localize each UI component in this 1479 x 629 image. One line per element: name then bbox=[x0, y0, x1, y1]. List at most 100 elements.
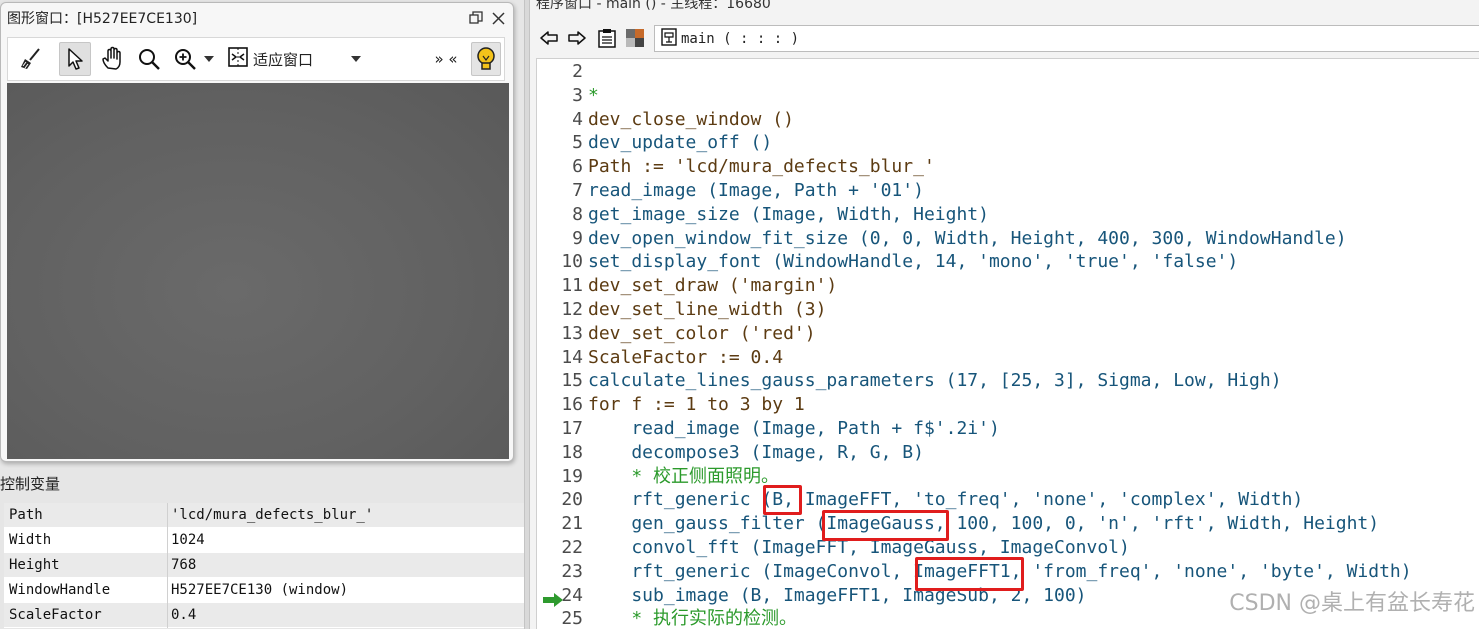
code-token: decompose3 (Image, R, G, B) bbox=[588, 441, 924, 463]
variable-value: 1024 bbox=[171, 532, 205, 548]
variable-name: Path bbox=[9, 507, 43, 523]
variable-value: 768 bbox=[171, 557, 197, 573]
code-line[interactable]: 10 set_display_font (WindowHandle, 14, 'm… bbox=[537, 250, 1479, 274]
line-number: 21 bbox=[561, 513, 583, 535]
code-line[interactable]: 11 dev_set_draw ('margin') bbox=[537, 274, 1479, 298]
code-token: dev_set_line_width (3) bbox=[588, 299, 827, 320]
control-variable-row[interactable]: Path 'lcd/mura_defects_blur_' bbox=[4, 503, 524, 528]
code-text: get_image_size (Image, Width, Height) bbox=[588, 203, 989, 227]
graphics-window-title: 图形窗口：[H527EE7CE130] bbox=[7, 11, 198, 27]
fit-window-button[interactable]: 适应窗口 bbox=[226, 42, 326, 76]
code-line[interactable]: 4 dev_close_window () bbox=[537, 108, 1479, 132]
code-token: * bbox=[588, 84, 599, 106]
code-text: dev_set_line_width (3) bbox=[588, 298, 826, 322]
variable-name: ScaleFactor bbox=[9, 607, 102, 623]
code-line[interactable]: 3 * bbox=[537, 84, 1479, 108]
line-number: 16 bbox=[561, 394, 583, 416]
code-text: * 执行实际的检测。 bbox=[588, 607, 797, 629]
highlight-box-b bbox=[763, 485, 802, 515]
program-window-title: 程序窗口 - main () - 主线程：16680 bbox=[536, 0, 771, 12]
line-number: 8 bbox=[572, 203, 583, 225]
code-text: * bbox=[588, 84, 599, 108]
line-number: 20 bbox=[561, 489, 583, 511]
grid-icon[interactable] bbox=[624, 27, 646, 49]
code-token: dev_close_window () bbox=[588, 108, 794, 130]
code-text: ScaleFactor := 0.4 bbox=[588, 346, 783, 370]
code-line[interactable]: 7 read_image (Image, Path + '01') bbox=[537, 179, 1479, 203]
column-divider bbox=[167, 528, 168, 553]
code-line[interactable]: 8 get_image_size (Image, Width, Height) bbox=[537, 203, 1479, 227]
variable-value: 'lcd/mura_defects_blur_' bbox=[171, 507, 374, 523]
code-line[interactable]: 6 Path := 'lcd/mura_defects_blur_' bbox=[537, 155, 1479, 179]
code-line[interactable]: 20 rft_generic (B, ImageFFT, 'to_freq', … bbox=[537, 488, 1479, 512]
forward-arrow-icon[interactable] bbox=[566, 27, 588, 49]
dropdown-icon[interactable] bbox=[201, 42, 217, 76]
back-arrow-icon[interactable] bbox=[538, 27, 560, 49]
code-line[interactable]: 9 dev_open_window_fit_size (0, 0, Width, … bbox=[537, 227, 1479, 251]
graphics-toolbar: 适应窗口 » « bbox=[7, 37, 505, 81]
highlight-box-imagefft1 bbox=[915, 557, 1024, 591]
pointer-icon[interactable] bbox=[59, 42, 91, 76]
watermark: CSDN @桌上有盆长寿花 bbox=[1229, 591, 1475, 616]
graphics-window: 图形窗口：[H527EE7CE130] 适应窗口 » « bbox=[0, 2, 514, 462]
graphics-window-titlebar[interactable]: 图形窗口：[H527EE7CE130] bbox=[1, 3, 513, 33]
close-icon[interactable] bbox=[489, 9, 507, 27]
code-line[interactable]: 18 decompose3 (Image, R, G, B) bbox=[537, 441, 1479, 465]
control-variable-row[interactable]: ScaleFactor 0.4 bbox=[4, 603, 524, 628]
code-line[interactable]: 21 gen_gauss_filter (ImageGauss, 100, 10… bbox=[537, 512, 1479, 536]
code-editor[interactable]: 2 3 * 4 dev_close_window () 5 dev_update_off (… bbox=[536, 58, 1479, 629]
restore-icon[interactable] bbox=[467, 9, 485, 27]
code-line[interactable]: 16 for f := 1 to 3 by 1 bbox=[537, 393, 1479, 417]
procedure-selector[interactable]: main ( : : : ) bbox=[654, 25, 1479, 52]
code-token: dev_set_draw ('margin') bbox=[588, 275, 838, 297]
line-number: 10 bbox=[561, 251, 583, 273]
graphics-image-canvas[interactable] bbox=[7, 83, 509, 459]
code-token: calculate_lines_gauss_parameters (17, [2… bbox=[588, 370, 1282, 392]
column-divider bbox=[167, 503, 168, 528]
control-variable-row[interactable]: WindowHandle H527EE7CE130 (window) bbox=[4, 578, 524, 603]
code-token: rft_generic (B, ImageFFT, 'to_freq', 'no… bbox=[588, 489, 1304, 511]
line-number: 23 bbox=[561, 560, 583, 582]
fit-dropdown-icon[interactable] bbox=[348, 42, 364, 76]
code-token: set_display_font (WindowHandle, 14, 'mon… bbox=[588, 251, 1239, 273]
variable-name: Height bbox=[9, 557, 60, 573]
code-text: decompose3 (Image, R, G, B) bbox=[588, 441, 924, 465]
column-divider bbox=[167, 603, 168, 628]
program-counter-arrow-icon bbox=[542, 590, 564, 607]
column-divider bbox=[167, 578, 168, 603]
hand-icon[interactable] bbox=[97, 42, 129, 76]
line-number: 9 bbox=[572, 227, 583, 249]
line-number: 11 bbox=[561, 275, 583, 297]
line-number: 12 bbox=[561, 299, 583, 320]
code-line[interactable]: 15 calculate_lines_gauss_parameters (17, … bbox=[537, 369, 1479, 393]
program-window: 程序窗口 - main () - 主线程：16680 main ( : : : … bbox=[530, 0, 1479, 629]
code-line[interactable]: 5 dev_update_off () bbox=[537, 131, 1479, 155]
code-line[interactable]: 2 bbox=[537, 60, 1479, 84]
lightbulb-icon[interactable] bbox=[471, 42, 501, 76]
code-text: read_image (Image, Path + '01') bbox=[588, 179, 924, 203]
code-line[interactable]: 13 dev_set_color ('red') bbox=[537, 322, 1479, 346]
code-text: dev_set_draw ('margin') bbox=[588, 274, 837, 298]
code-line[interactable]: 14 ScaleFactor := 0.4 bbox=[537, 346, 1479, 370]
column-divider bbox=[167, 553, 168, 578]
fit-window-icon bbox=[226, 45, 250, 73]
line-number: 5 bbox=[572, 132, 583, 154]
toolbar-overflow[interactable]: » « bbox=[426, 42, 466, 76]
control-variable-row[interactable]: Width 1024 bbox=[4, 528, 524, 553]
code-line[interactable]: 12 dev_set_line_width (3) bbox=[537, 298, 1479, 322]
line-number: 2 bbox=[572, 61, 583, 82]
code-text: dev_update_off () bbox=[588, 131, 772, 155]
variable-value: 0.4 bbox=[171, 607, 197, 623]
highlight-box-imagegauss bbox=[822, 510, 949, 541]
procedure-icon bbox=[661, 27, 677, 50]
code-line[interactable]: 17 read_image (Image, Path + f$'.2i') bbox=[537, 417, 1479, 441]
magnifier-icon[interactable] bbox=[134, 42, 164, 76]
code-text: gen_gauss_filter (ImageGauss, 100, 100, … bbox=[588, 512, 1379, 536]
control-variable-row[interactable]: Height 768 bbox=[4, 553, 524, 578]
clipboard-icon[interactable] bbox=[596, 27, 618, 49]
code-line[interactable]: 19 * 校正侧面照明。 bbox=[537, 465, 1479, 489]
zoom-in-icon[interactable] bbox=[170, 42, 200, 76]
line-number: 15 bbox=[561, 370, 583, 392]
code-token: ScaleFactor := 0.4 bbox=[588, 346, 784, 368]
broom-icon[interactable] bbox=[16, 42, 46, 76]
